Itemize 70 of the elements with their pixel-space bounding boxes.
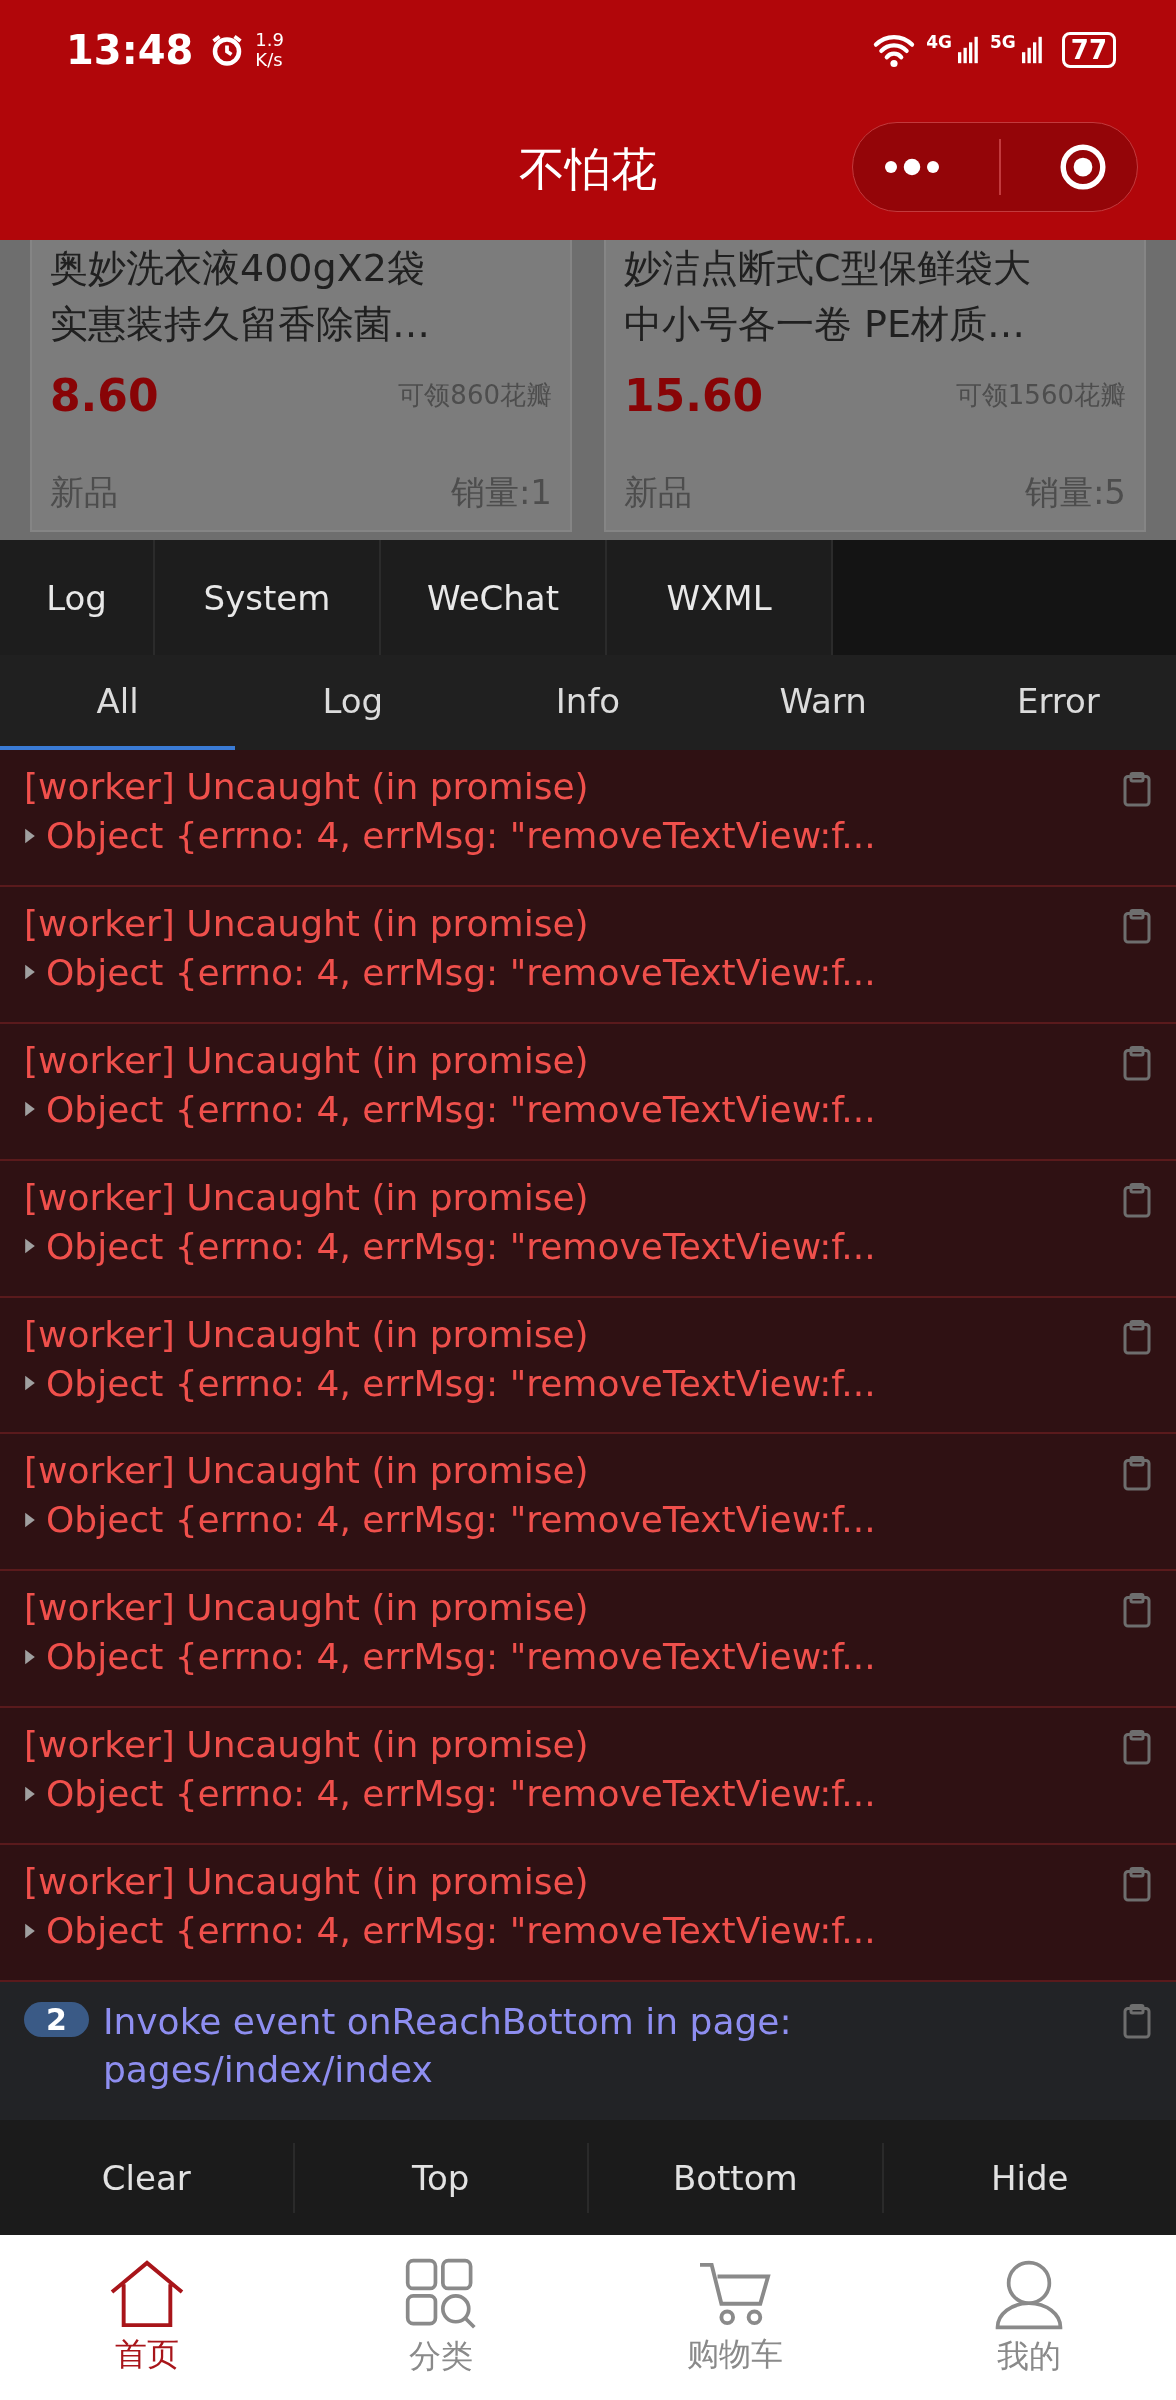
log-detail: Object {errno: 4, errMsg: "removeTextView:f... (46, 1088, 876, 1130)
log-detail: Object {errno: 4, errMsg: "removeTextView:f... (46, 815, 876, 856)
log-detail: Object {errno: 4, errMsg: "removeTextView:f... (46, 951, 876, 993)
product-title: 中小号各一卷 PE材质… (624, 301, 1026, 348)
log-message: [worker] Uncaught (in promise) (24, 1313, 590, 1355)
log-message: [worker] Uncaught (in promise) (24, 1450, 590, 1492)
expand-triangle-icon[interactable] (24, 963, 36, 982)
log-detail: Object {errno: 4, errMsg: "removeTextView:f... (46, 1910, 876, 1952)
expand-triangle-icon[interactable] (24, 1237, 36, 1256)
clipboard-icon[interactable] (1122, 1593, 1152, 1630)
clipboard-icon[interactable] (1122, 1045, 1152, 1082)
clipboard-icon[interactable] (1122, 1182, 1152, 1219)
network-label: 5G (990, 32, 1016, 52)
network-label: 4G (926, 32, 952, 52)
status-time: 13:48 (66, 27, 194, 73)
expand-triangle-icon[interactable] (24, 1100, 36, 1119)
tab-bar-item[interactable]: 首页 (0, 2235, 294, 2400)
expand-triangle-icon[interactable] (24, 1921, 36, 1940)
log-message: [worker] Uncaught (in promise) (24, 902, 590, 944)
log-message: Invoke event onReachBottom in page: pages/index/index (102, 2000, 793, 2092)
filter-tab[interactable]: Warn (705, 655, 941, 750)
console-action-button[interactable]: Top (294, 2142, 589, 2213)
console-tab[interactable]: System (155, 540, 381, 655)
expand-triangle-icon[interactable] (24, 1374, 36, 1393)
log-message: [worker] Uncaught (in promise) (24, 1861, 590, 1903)
product-title: 妙洁点断式C型保鲜袋大 (624, 245, 1032, 292)
console-tab[interactable]: WeChat (381, 540, 607, 655)
log-detail: Object {errno: 4, errMsg: "removeTextView:f... (46, 1773, 876, 1815)
log-detail: Object {errno: 4, errMsg: "removeTextView:f... (46, 1225, 876, 1267)
product-price: 8.60 (50, 370, 159, 421)
battery-indicator: 77 (1061, 32, 1116, 68)
product-price: 15.60 (624, 370, 764, 421)
signal-icon (1021, 35, 1044, 65)
log-detail: Object {errno: 4, errMsg: "removeTextView:f... (46, 1362, 876, 1404)
expand-triangle-icon[interactable] (24, 1510, 36, 1529)
clipboard-icon[interactable] (1122, 1319, 1152, 1356)
speed-value: 1.9 (255, 30, 284, 50)
clipboard-icon[interactable] (1122, 1456, 1152, 1493)
clipboard-icon[interactable] (1122, 772, 1152, 808)
clipboard-icon[interactable] (1122, 1867, 1152, 1904)
log-message: [worker] Uncaught (in promise) (24, 1587, 590, 1629)
log-detail: Object {errno: 4, errMsg: "removeTextView:f... (46, 1499, 876, 1541)
speed-unit: K/s (255, 50, 284, 70)
filter-tab[interactable]: Log (235, 655, 471, 750)
console-tab[interactable]: Log (0, 540, 155, 655)
clipboard-icon[interactable] (1122, 2004, 1152, 2040)
product-title: 实惠装持久留香除菌… (50, 301, 431, 348)
house-icon (108, 2258, 186, 2329)
console-action-button[interactable]: Clear (0, 2142, 295, 2213)
log-detail: Object {errno: 4, errMsg: "removeTextView:f... (46, 1636, 876, 1678)
expand-triangle-icon[interactable] (24, 1647, 36, 1666)
log-message: [worker] Uncaught (in promise) (24, 1039, 590, 1081)
console-action-button[interactable]: Hide (883, 2142, 1176, 2213)
console-tab[interactable]: WXML (607, 540, 833, 655)
grid-search-icon (404, 2256, 478, 2331)
filter-tab[interactable]: Info (470, 655, 706, 750)
page-title: 不怕花 (519, 141, 657, 198)
signal-icon (958, 35, 980, 65)
console-action-button[interactable]: Bottom (589, 2142, 884, 2213)
wifi-icon (872, 32, 917, 68)
clipboard-icon[interactable] (1122, 908, 1152, 945)
log-message: [worker] Uncaught (in promise) (24, 766, 590, 807)
log-message: [worker] Uncaught (in promise) (24, 1724, 590, 1766)
clipboard-icon[interactable] (1122, 1730, 1152, 1767)
expand-triangle-icon[interactable] (24, 1784, 36, 1803)
expand-triangle-icon[interactable] (24, 826, 36, 845)
log-message: [worker] Uncaught (in promise) (24, 1176, 590, 1218)
product-title: 奥妙洗衣液400gX2袋 (50, 245, 426, 292)
repeat-count: 2 (24, 2002, 89, 2037)
filter-tab[interactable]: Error (940, 655, 1176, 750)
